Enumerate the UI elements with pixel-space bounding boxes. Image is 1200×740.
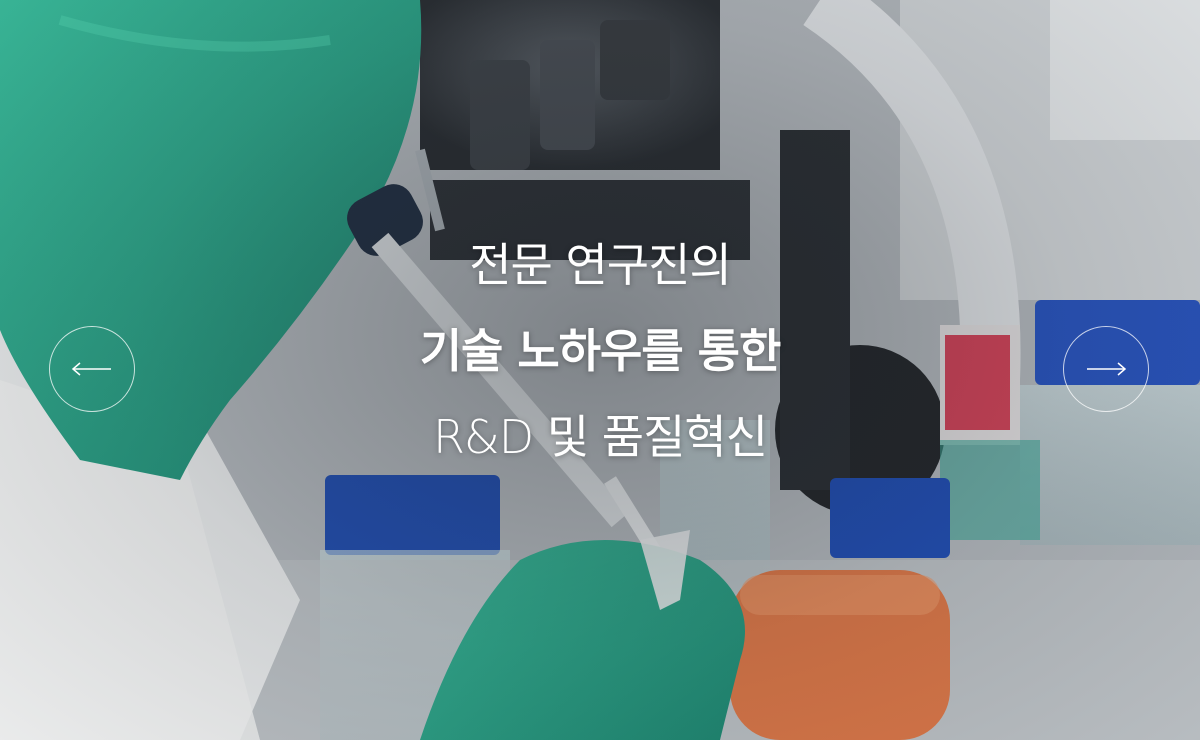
hero-slider: 전문 연구진의 기술 노하우를 통한 R&D 및 품질혁신 bbox=[0, 0, 1200, 740]
headline-line-2: 기술 노하우를 통한 bbox=[419, 324, 782, 378]
prev-slide-button[interactable] bbox=[49, 326, 135, 412]
arrow-left-icon bbox=[71, 362, 111, 376]
arrow-right-icon bbox=[1087, 362, 1127, 376]
headline-line-1: 전문 연구진의 bbox=[469, 238, 732, 292]
headline-line-3: R&D 및 품질혁신 bbox=[432, 410, 768, 464]
next-slide-button[interactable] bbox=[1063, 326, 1149, 412]
hero-caption: 전문 연구진의 기술 노하우를 통한 R&D 및 품질혁신 bbox=[0, 222, 1200, 480]
